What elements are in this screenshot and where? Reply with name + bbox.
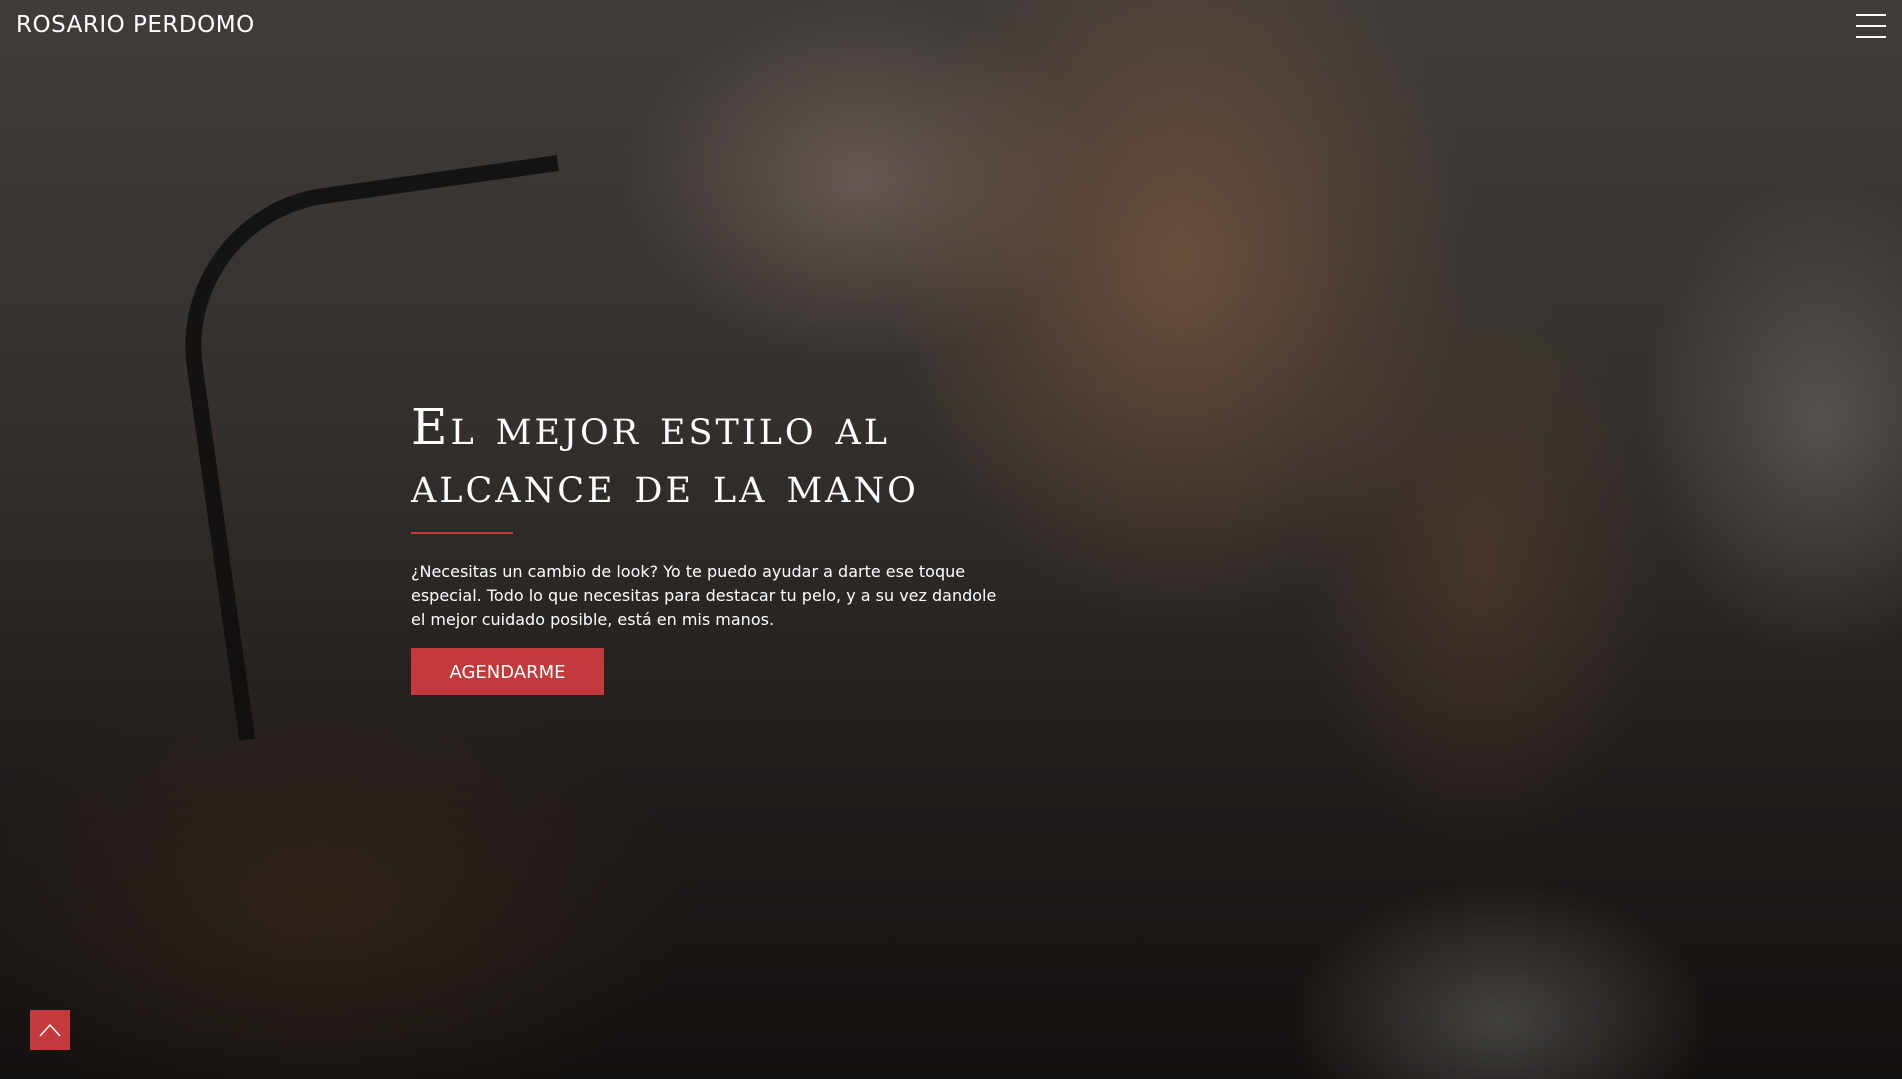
agendarme-button[interactable]: AGENDARME: [411, 648, 604, 695]
menu-button[interactable]: [1856, 14, 1888, 40]
hamburger-menu-icon: [1856, 14, 1886, 16]
hero-content: El mejor estilo al alcance de la mano ¿N…: [411, 398, 1021, 695]
hamburger-menu-icon: [1856, 36, 1886, 38]
hero-description: ¿Necesitas un cambio de look? Yo te pued…: [411, 562, 997, 629]
chevron-up-icon: [39, 1023, 61, 1037]
hamburger-menu-icon: [1856, 25, 1886, 27]
site-brand[interactable]: ROSARIO PERDOMO: [16, 12, 255, 38]
headline-divider: [411, 532, 513, 534]
hero-section: ROSARIO PERDOMO El mejor estilo al alcan…: [0, 0, 1902, 1079]
back-to-top-button[interactable]: [30, 1010, 70, 1050]
hero-headline: El mejor estilo al alcance de la mano: [411, 398, 919, 514]
